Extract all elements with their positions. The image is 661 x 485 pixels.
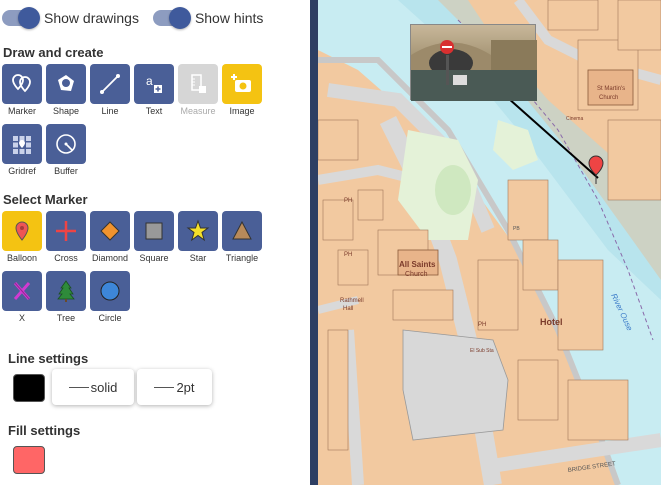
shape-tool[interactable]: Shape — [46, 64, 86, 116]
shape-tool-button[interactable] — [46, 64, 86, 104]
square-icon — [145, 222, 163, 240]
svg-text:a: a — [146, 74, 153, 88]
cross-marker[interactable]: Cross — [46, 211, 86, 263]
diamond-marker[interactable]: Diamond — [90, 211, 130, 263]
x-marker-button[interactable] — [2, 271, 42, 311]
pb-label: PB — [513, 226, 520, 232]
triangle-marker[interactable]: Triangle — [222, 211, 262, 263]
show-hints-label: Show hints — [194, 10, 264, 26]
line-tool-button[interactable] — [90, 64, 130, 104]
show-hints-switch[interactable] — [152, 7, 191, 29]
fill-color-swatch[interactable] — [13, 446, 45, 474]
star-icon — [186, 219, 210, 242]
diamond-icon — [100, 221, 120, 241]
buffer-icon — [56, 134, 76, 154]
ph-label-3: PH — [478, 322, 486, 328]
line-settings-title: Line settings — [8, 351, 89, 366]
bridge-photo-image — [411, 40, 537, 101]
x-marker[interactable]: X — [2, 271, 42, 323]
measure-tool-button[interactable] — [178, 64, 218, 104]
measure-tool[interactable]: Measure — [178, 64, 218, 116]
marker-section-title: Select Marker — [3, 192, 88, 207]
line-color-swatch[interactable] — [13, 374, 45, 402]
shape-icon — [58, 75, 74, 91]
fill-settings-title: Fill settings — [8, 423, 81, 438]
show-drawings-label: Show drawings — [44, 10, 139, 26]
panel-divider[interactable] — [310, 0, 318, 485]
x-icon — [13, 282, 31, 300]
rathmell-label-2: Hall — [343, 306, 353, 312]
show-hints-toggle[interactable]: Show hints — [152, 7, 264, 29]
dash-icon — [154, 386, 175, 388]
add-photo-icon — [231, 74, 251, 92]
draw-section-title: Draw and create — [3, 45, 104, 60]
image-tool-label: Image — [229, 106, 255, 116]
star-marker-button[interactable] — [178, 211, 218, 251]
buffer-tool[interactable]: Buffer — [46, 124, 86, 176]
balloon-marker[interactable]: Balloon — [2, 211, 42, 263]
circle-marker[interactable]: Circle — [90, 271, 130, 323]
line-width-button[interactable]: 2pt — [137, 369, 212, 405]
balloon-marker-button[interactable] — [2, 211, 42, 251]
buffer-tool-button[interactable] — [46, 124, 86, 164]
image-tool[interactable]: Image — [222, 64, 262, 116]
text-add-icon: a — [146, 74, 162, 93]
line-style-button[interactable]: solid — [52, 369, 134, 405]
toggle-bar: Show drawings Show hints — [2, 7, 277, 29]
hotel-label: Hotel — [540, 317, 563, 327]
line-icon — [100, 74, 120, 94]
diamond-marker-button[interactable] — [90, 211, 130, 251]
balloon-icon — [15, 221, 29, 241]
show-drawings-toggle[interactable]: Show drawings — [2, 7, 139, 29]
tree-marker[interactable]: Tree — [46, 271, 86, 323]
circle-marker-button[interactable] — [90, 271, 130, 311]
circle-marker-label: Circle — [98, 313, 122, 323]
balloons-icon — [12, 74, 31, 93]
image-tool-button[interactable] — [222, 64, 262, 104]
el-sub-sta-label: El Sub Sta — [470, 348, 494, 354]
line-width-value: 2pt — [176, 379, 195, 395]
square-marker-button[interactable] — [134, 211, 174, 251]
app: Show drawings Show hints Draw and create… — [0, 0, 661, 485]
tree-icon — [57, 280, 75, 302]
church-all-saints-label: All Saints — [399, 260, 436, 269]
gridref-icon — [13, 136, 31, 154]
buffer-tool-label: Buffer — [54, 166, 78, 176]
rathmell-label: Rathmell — [340, 298, 364, 304]
line-tool[interactable]: Line — [90, 64, 130, 116]
triangle-marker-button[interactable] — [222, 211, 262, 251]
star-marker[interactable]: Star — [178, 211, 218, 263]
st-martins-label: St Martin's — [597, 86, 625, 92]
text-tool[interactable]: a Text — [134, 64, 174, 116]
show-drawings-switch[interactable] — [2, 7, 40, 29]
dash-icon — [68, 386, 89, 388]
cross-icon — [56, 221, 76, 241]
tree-marker-button[interactable] — [46, 271, 86, 311]
map-view[interactable]: All Saints Church Hotel River Ouse PH PH… — [318, 0, 661, 485]
gridref-tool-button[interactable] — [2, 124, 42, 164]
cross-marker-button[interactable] — [46, 211, 86, 251]
attached-photo[interactable] — [410, 24, 537, 101]
square-marker[interactable]: Square — [134, 211, 174, 263]
circle-icon — [100, 281, 120, 301]
st-martins-label-2: Church — [599, 95, 618, 101]
church-all-saints-label-2: Church — [405, 271, 428, 278]
marker-tool[interactable]: Marker — [2, 64, 42, 116]
sidebar: Show drawings Show hints Draw and create… — [0, 0, 310, 485]
triangle-marker-label: Triangle — [225, 253, 259, 263]
line-style-value: solid — [90, 379, 118, 395]
ph-label-2: PH — [344, 252, 352, 258]
gridref-tool[interactable]: Gridref — [2, 124, 42, 176]
text-tool-button[interactable]: a — [134, 64, 174, 104]
measure-icon — [191, 74, 206, 93]
marker-tool-button[interactable] — [2, 64, 42, 104]
triangle-icon — [232, 220, 252, 240]
ph-label-1: PH — [344, 198, 352, 204]
cinema-label: Cinema — [566, 116, 583, 122]
